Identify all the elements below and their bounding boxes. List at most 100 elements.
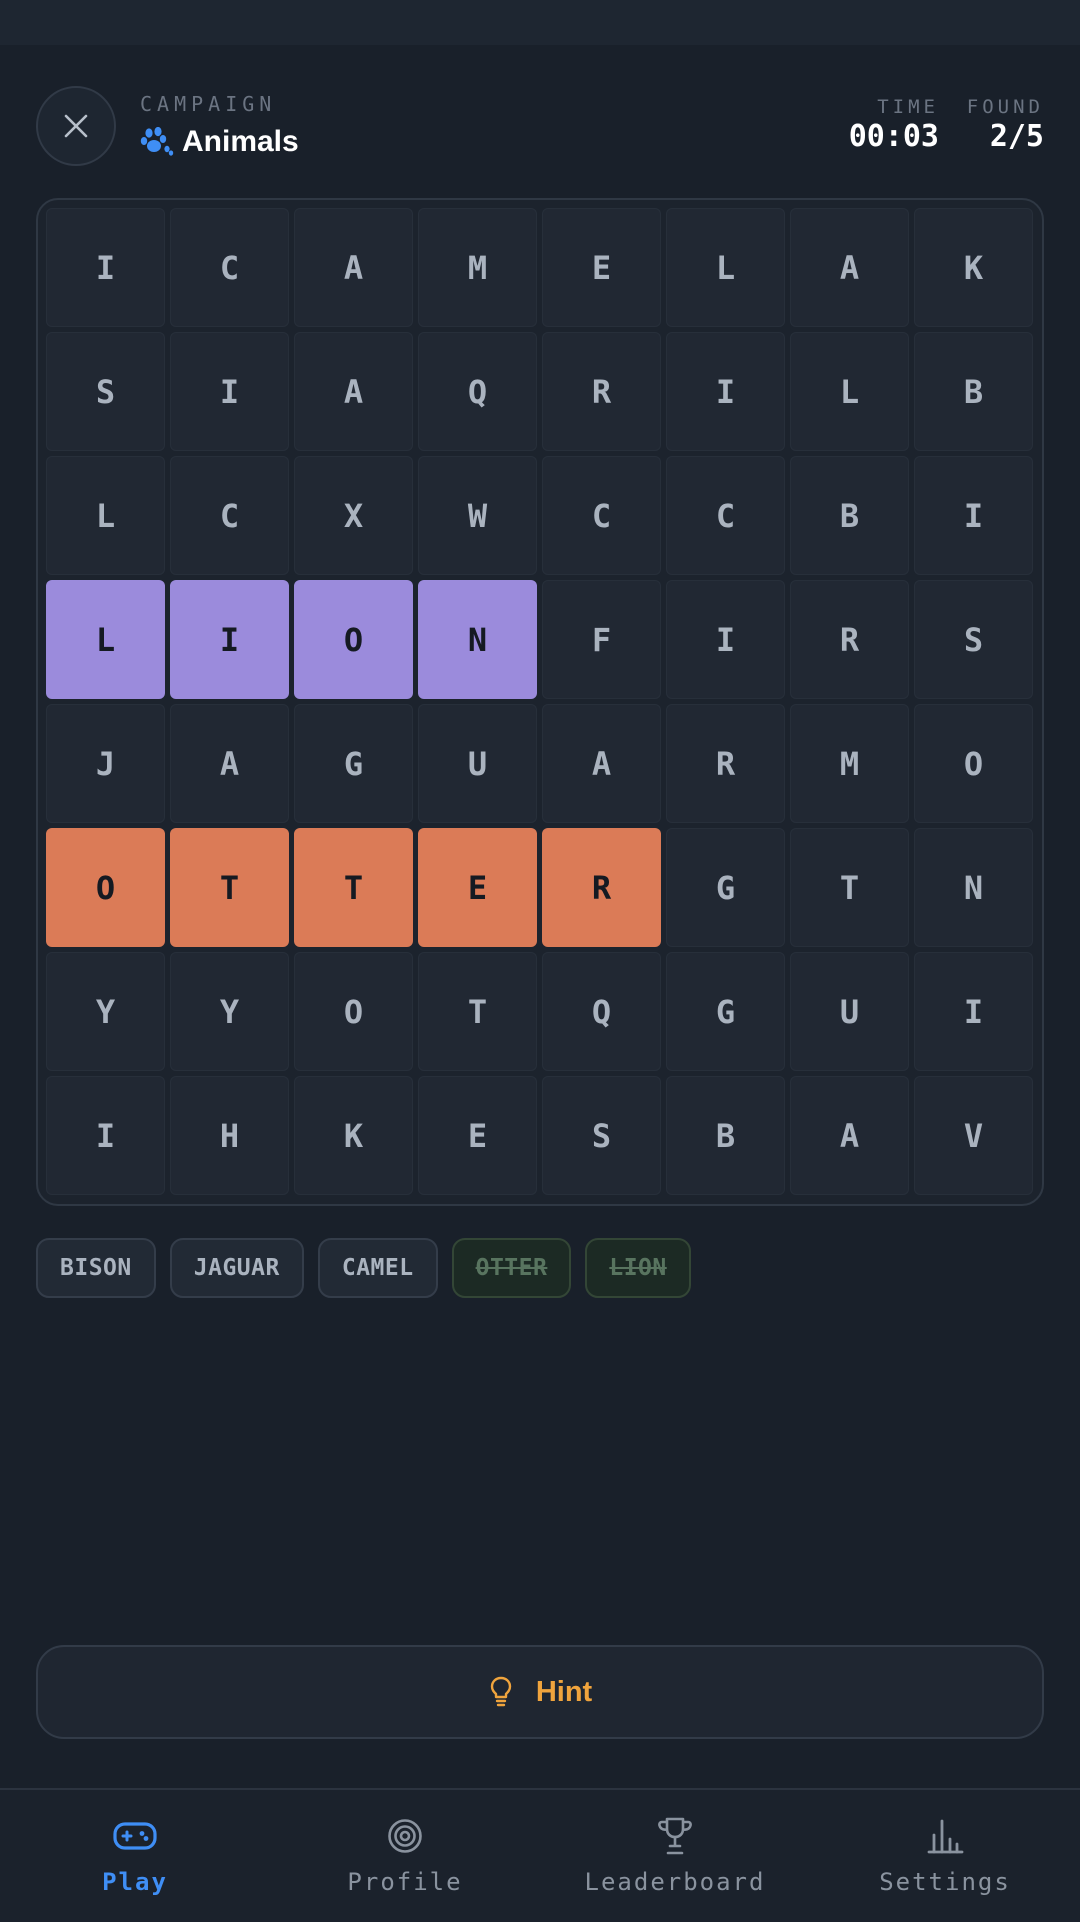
hint-button[interactable]: Hint xyxy=(36,1645,1044,1739)
grid-cell[interactable]: B xyxy=(914,332,1033,451)
nav-profile[interactable]: Profile xyxy=(270,1790,540,1922)
grid-cell[interactable]: A xyxy=(294,208,413,327)
grid-cell[interactable]: O xyxy=(294,580,413,699)
grid-cell[interactable]: G xyxy=(294,704,413,823)
grid-cell[interactable]: N xyxy=(914,828,1033,947)
nav-label: Settings xyxy=(879,1868,1011,1896)
grid-cell[interactable]: Q xyxy=(542,952,661,1071)
grid-cell[interactable]: F xyxy=(542,580,661,699)
gamepad-icon xyxy=(113,1822,157,1850)
grid-cell[interactable]: I xyxy=(914,456,1033,575)
grid-cell[interactable]: B xyxy=(790,456,909,575)
grid-cell[interactable]: G xyxy=(666,828,785,947)
nav-play[interactable]: Play xyxy=(0,1790,270,1922)
found-label: FOUND xyxy=(966,96,1044,118)
grid-cell[interactable]: L xyxy=(790,332,909,451)
grid-cell[interactable]: K xyxy=(294,1076,413,1195)
status-bar xyxy=(0,0,1080,45)
grid-cell[interactable]: I xyxy=(46,1076,165,1195)
nav-leaderboard[interactable]: Leaderboard xyxy=(540,1790,810,1922)
grid-cell[interactable]: E xyxy=(418,828,537,947)
bar-chart-icon xyxy=(927,1819,964,1854)
grid-cell[interactable]: L xyxy=(46,580,165,699)
grid-cell[interactable]: Y xyxy=(46,952,165,1071)
nav-label: Profile xyxy=(347,1868,463,1896)
grid-cell[interactable]: T xyxy=(294,828,413,947)
campaign-title: Animals xyxy=(182,125,299,158)
grid-cell[interactable]: U xyxy=(418,704,537,823)
found-counter: FOUND 2/5 xyxy=(967,96,1044,154)
grid-cell[interactable]: M xyxy=(418,208,537,327)
grid-cell[interactable]: A xyxy=(294,332,413,451)
campaign-label: CAMPAIGN xyxy=(140,92,277,116)
grid-cell[interactable]: K xyxy=(914,208,1033,327)
grid-cell[interactable]: O xyxy=(914,704,1033,823)
grid-cell[interactable]: R xyxy=(790,580,909,699)
nav-label: Leaderboard xyxy=(584,1868,766,1896)
grid-cell[interactable]: R xyxy=(542,332,661,451)
grid-cell[interactable]: L xyxy=(666,208,785,327)
grid-cell[interactable]: C xyxy=(170,456,289,575)
close-icon xyxy=(64,114,88,138)
grid-cell[interactable]: S xyxy=(914,580,1033,699)
time-label: TIME xyxy=(877,96,939,118)
close-button[interactable] xyxy=(36,86,116,166)
grid-cell[interactable]: Q xyxy=(418,332,537,451)
target-icon xyxy=(388,1819,422,1853)
timer: TIME 00:03 xyxy=(849,96,939,154)
grid-cell[interactable]: A xyxy=(790,208,909,327)
grid-cell[interactable]: T xyxy=(418,952,537,1071)
word-chip: OTTER xyxy=(451,1238,572,1298)
trophy-icon xyxy=(658,1817,692,1855)
grid-cell[interactable]: O xyxy=(46,828,165,947)
grid-cell[interactable]: A xyxy=(170,704,289,823)
found-value: 2/5 xyxy=(989,119,1044,154)
nav-label: Play xyxy=(102,1868,168,1896)
grid-cell[interactable]: R xyxy=(666,704,785,823)
word-chip: CAMEL xyxy=(317,1238,438,1298)
grid-cell[interactable]: O xyxy=(294,952,413,1071)
grid-cell[interactable]: W xyxy=(418,456,537,575)
grid-cell[interactable]: I xyxy=(914,952,1033,1071)
grid-cell[interactable]: T xyxy=(170,828,289,947)
grid-cell[interactable]: X xyxy=(294,456,413,575)
grid-cell[interactable]: I xyxy=(170,332,289,451)
grid-cell[interactable]: I xyxy=(666,332,785,451)
word-list: BISON JAGUAR CAMEL OTTER LION xyxy=(36,1238,691,1298)
grid-cell[interactable]: E xyxy=(418,1076,537,1195)
campaign-info: CAMPAIGN Animals xyxy=(140,92,299,160)
grid-cell[interactable]: S xyxy=(46,332,165,451)
grid-cell[interactable]: C xyxy=(170,208,289,327)
grid-cell[interactable]: R xyxy=(542,828,661,947)
grid-cell[interactable]: T xyxy=(790,828,909,947)
grid-cell[interactable]: V xyxy=(914,1076,1033,1195)
grid-cell[interactable]: M xyxy=(790,704,909,823)
nav-settings[interactable]: Settings xyxy=(810,1790,1080,1922)
grid-cell[interactable]: C xyxy=(542,456,661,575)
grid-cell[interactable]: C xyxy=(666,456,785,575)
grid-cell[interactable]: J xyxy=(46,704,165,823)
word-chip: JAGUAR xyxy=(169,1238,304,1298)
grid-cell[interactable]: A xyxy=(790,1076,909,1195)
grid-cell[interactable]: G xyxy=(666,952,785,1071)
grid-cell[interactable]: I xyxy=(46,208,165,327)
grid-cell[interactable]: L xyxy=(46,456,165,575)
word-chip: BISON xyxy=(36,1238,156,1298)
word-chip: LION xyxy=(585,1238,691,1298)
time-value: 00:03 xyxy=(848,119,939,154)
letter-grid[interactable]: ICAMELAKSIAQRILBLCXWCCBILIONFIRSJAGUARMO… xyxy=(36,198,1044,1206)
lightbulb-icon xyxy=(490,1676,512,1707)
grid-cell[interactable]: B xyxy=(666,1076,785,1195)
grid-cell[interactable]: H xyxy=(170,1076,289,1195)
grid-cell[interactable]: I xyxy=(666,580,785,699)
grid-cell[interactable]: Y xyxy=(170,952,289,1071)
grid-cell[interactable]: U xyxy=(790,952,909,1071)
bottom-nav: Play Profile Leaderboard Settings xyxy=(0,1788,1080,1922)
grid-cell[interactable]: A xyxy=(542,704,661,823)
paw-icon xyxy=(140,127,174,156)
grid-cell[interactable]: E xyxy=(542,208,661,327)
grid-cell[interactable]: N xyxy=(418,580,537,699)
hint-label: Hint xyxy=(535,1675,593,1708)
grid-cell[interactable]: S xyxy=(542,1076,661,1195)
grid-cell[interactable]: I xyxy=(170,580,289,699)
